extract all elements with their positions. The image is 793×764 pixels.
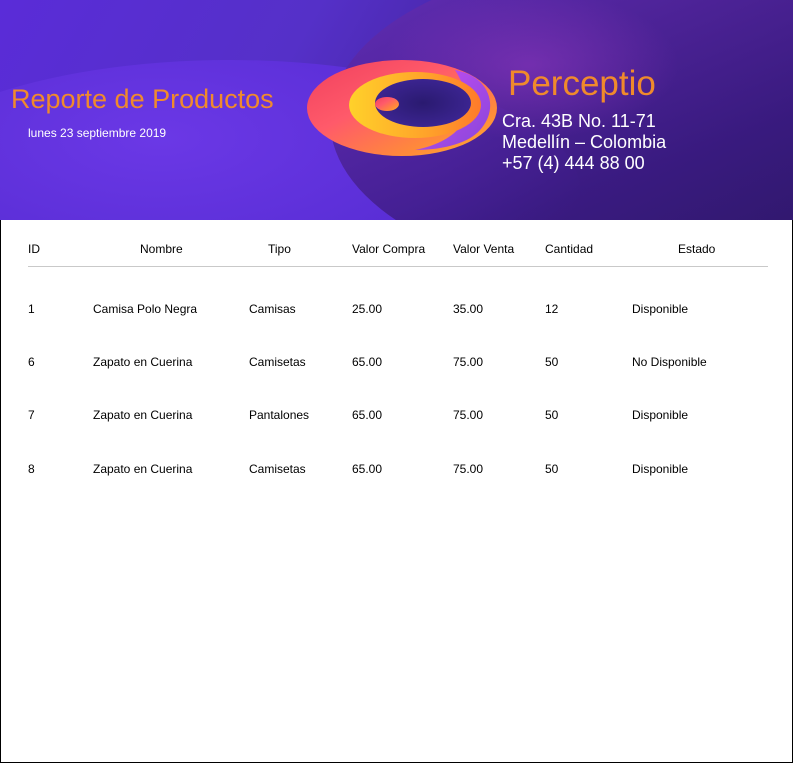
table-header: ID Nombre Tipo Valor Compra Valor Venta … bbox=[28, 242, 768, 267]
cell-tipo: Camisetas bbox=[249, 355, 306, 369]
cell-valor-venta: 75.00 bbox=[453, 355, 484, 369]
table-row: 6 Zapato en Cuerina Camisetas 65.00 75.0… bbox=[0, 355, 793, 375]
cell-cantidad: 50 bbox=[545, 355, 559, 369]
cell-id: 6 bbox=[28, 355, 35, 369]
cell-estado: Disponible bbox=[632, 302, 689, 316]
cell-nombre: Zapato en Cuerina bbox=[93, 355, 193, 369]
company-name: Perceptio bbox=[508, 64, 656, 103]
cell-tipo: Camisetas bbox=[249, 462, 306, 476]
cell-estado: No Disponible bbox=[632, 355, 707, 369]
cell-nombre: Zapato en Cuerina bbox=[93, 462, 193, 476]
cell-cantidad: 50 bbox=[545, 408, 559, 422]
report-header: Reporte de Productos lunes 23 septiembre… bbox=[0, 0, 793, 220]
cell-valor-venta: 35.00 bbox=[453, 302, 484, 316]
report-title: Reporte de Productos bbox=[11, 84, 274, 114]
cell-cantidad: 50 bbox=[545, 462, 559, 476]
column-header-tipo: Tipo bbox=[268, 242, 291, 256]
cell-valor-compra: 65.00 bbox=[352, 355, 383, 369]
column-header-nombre: Nombre bbox=[140, 242, 183, 256]
company-logo-icon bbox=[307, 60, 497, 156]
cell-id: 8 bbox=[28, 462, 35, 476]
column-header-valor-venta: Valor Venta bbox=[453, 242, 515, 256]
company-address: Cra. 43B No. 11-71 Medellín – Colombia +… bbox=[502, 111, 666, 174]
cell-valor-venta: 75.00 bbox=[453, 408, 484, 422]
cell-valor-compra: 65.00 bbox=[352, 408, 383, 422]
cell-valor-compra: 65.00 bbox=[352, 462, 383, 476]
table-row: 7 Zapato en Cuerina Pantalones 65.00 75.… bbox=[0, 408, 793, 428]
address-line: Cra. 43B No. 11-71 bbox=[502, 111, 656, 131]
cell-tipo: Pantalones bbox=[249, 408, 310, 422]
address-city: Medellín – Colombia bbox=[502, 132, 667, 152]
report-date: lunes 23 septiembre 2019 bbox=[28, 126, 167, 140]
table-row: 1 Camisa Polo Negra Camisas 25.00 35.00 … bbox=[0, 302, 793, 322]
cell-id: 1 bbox=[28, 302, 35, 316]
cell-valor-compra: 25.00 bbox=[352, 302, 383, 316]
cell-tipo: Camisas bbox=[249, 302, 296, 316]
cell-cantidad: 12 bbox=[545, 302, 559, 316]
column-header-valor-compra: Valor Compra bbox=[352, 242, 426, 256]
column-header-cantidad: Cantidad bbox=[545, 242, 594, 256]
table-row: 8 Zapato en Cuerina Camisetas 65.00 75.0… bbox=[0, 462, 793, 482]
cell-nombre: Zapato en Cuerina bbox=[93, 408, 193, 422]
cell-valor-venta: 75.00 bbox=[453, 462, 484, 476]
cell-estado: Disponible bbox=[632, 408, 689, 422]
cell-nombre: Camisa Polo Negra bbox=[93, 302, 198, 316]
cell-id: 7 bbox=[28, 408, 35, 422]
address-phone: +57 (4) 444 88 00 bbox=[502, 153, 645, 173]
column-header-id: ID bbox=[28, 242, 40, 256]
column-header-estado: Estado bbox=[678, 242, 716, 256]
cell-estado: Disponible bbox=[632, 462, 689, 476]
